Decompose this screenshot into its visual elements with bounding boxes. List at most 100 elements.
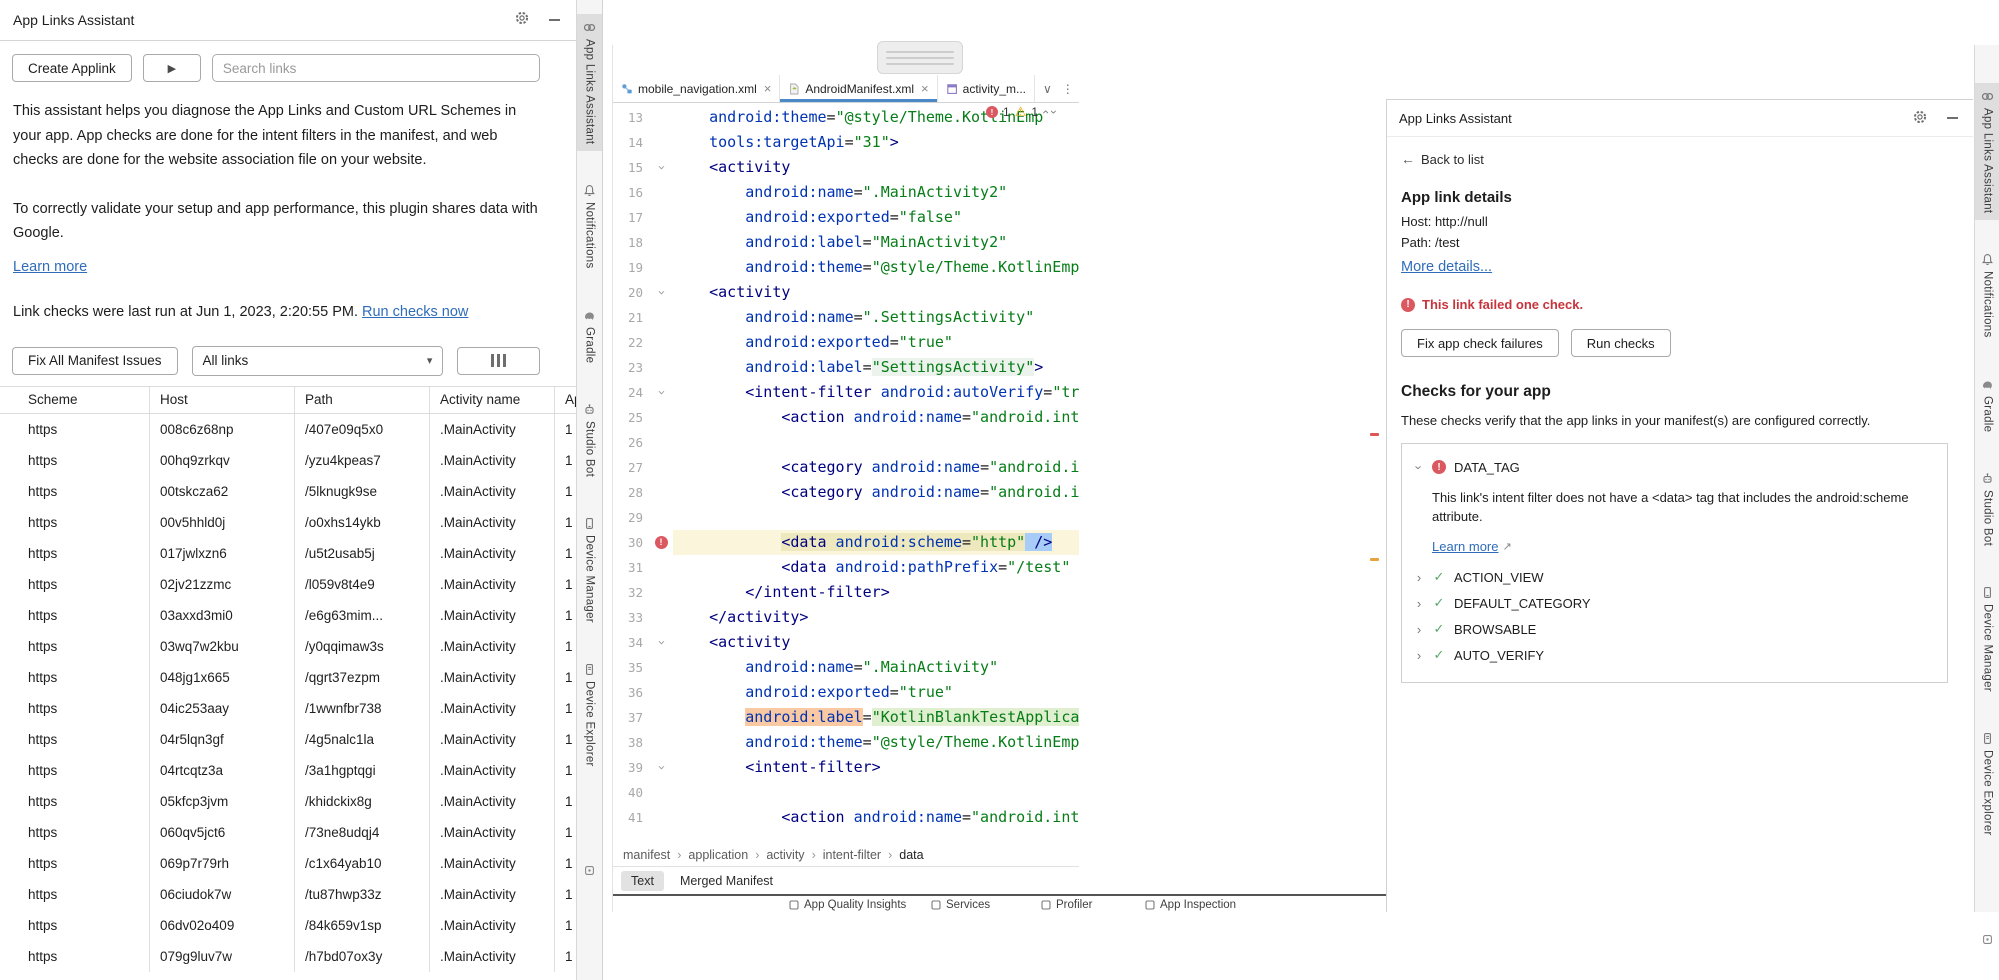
chevron-collapsed-icon[interactable]: › <box>1414 570 1424 585</box>
table-cell: .MainActivity <box>430 507 555 538</box>
bottom-bar-item-services[interactable]: Services <box>931 899 990 911</box>
emulator-icon[interactable] <box>583 864 596 877</box>
checks-description: These checks verify that the app links i… <box>1401 411 1941 430</box>
tool-strip-item-notifications[interactable]: Notifications <box>1975 246 1999 345</box>
emulator-icon[interactable] <box>1981 933 1994 946</box>
bottom-bar-item-app-quality-insights[interactable]: App Quality Insights <box>789 899 906 911</box>
table-row[interactable]: https048jg1x665/qgrt37ezpm.MainActivity1 <box>0 662 576 693</box>
check-row-auto-verify[interactable]: ›✓AUTO_VERIFY <box>1414 642 1935 668</box>
check-row-action-view[interactable]: ›✓ACTION_VIEW <box>1414 564 1935 590</box>
run-checks-now-link[interactable]: Run checks now <box>362 304 468 320</box>
close-icon[interactable]: × <box>921 81 929 96</box>
run-checks-button[interactable]: Run checks <box>1571 329 1671 357</box>
chevron-collapsed-icon[interactable]: › <box>1414 622 1424 637</box>
table-row[interactable]: https00tskcza62/5lknugk9se.MainActivity1 <box>0 476 576 507</box>
tool-strip-item-notifications[interactable]: Notifications <box>577 177 602 276</box>
chevron-collapsed-icon[interactable]: › <box>1414 596 1424 611</box>
table-row[interactable]: https04rtcqtz3a/3a1hgptqgi.MainActivity1 <box>0 755 576 786</box>
table-row[interactable]: https00v5hhld0j/o0xhs14ykb.MainActivity1 <box>0 507 576 538</box>
tool-strip-item-gradle[interactable]: Gradle <box>577 302 602 370</box>
table-row[interactable]: https06dv02o409/84k659v1sp.MainActivity1 <box>0 910 576 941</box>
table-row[interactable]: https04r5lqn3gf/4g5nalc1la.MainActivity1 <box>0 724 576 755</box>
table-row[interactable]: https02jv21zzmc/l059v8t4e9.MainActivity1 <box>0 569 576 600</box>
links-filter-dropdown[interactable]: All links ▾ <box>192 346 444 376</box>
table-row[interactable]: https060qv5jct6/73ne8udqj4.MainActivity1 <box>0 817 576 848</box>
column-settings-button[interactable] <box>457 347 540 375</box>
create-applink-button[interactable]: Create Applink <box>12 54 132 82</box>
breadcrumb-item-intent-filter[interactable]: intent-filter <box>823 848 881 862</box>
column-header-scheme[interactable]: Scheme <box>0 387 150 413</box>
editor-tab-androidmanifest-xml[interactable]: AndroidManifest.xml× <box>780 75 937 102</box>
learn-more-link[interactable]: Learn more <box>13 259 87 275</box>
inspections-widget[interactable]: ! 1 ⚠ 1 › › <box>986 104 1056 120</box>
chevron-collapsed-icon[interactable]: › <box>1414 648 1424 663</box>
breadcrumb[interactable]: manifest›application›activity›intent-fil… <box>613 844 1079 866</box>
table-row[interactable]: https017jwlxzn6/u5t2usab5j.MainActivity1 <box>0 538 576 569</box>
table-row[interactable]: https04ic253aay/1wwnfbr738.MainActivity1 <box>0 693 576 724</box>
editor-tab-activity-m-[interactable]: activity_m... <box>938 75 1035 102</box>
table-row[interactable]: https05kfcp3jvm/khidckix8g.MainActivity1 <box>0 786 576 817</box>
gear-icon[interactable] <box>513 11 531 29</box>
tool-strip-item-device-manager[interactable]: Device Manager <box>1975 579 1999 699</box>
column-header-app-check-f-[interactable]: App check f... <box>555 387 576 413</box>
tab-list-chevron-icon[interactable]: ∨ <box>1043 82 1052 96</box>
fix-all-manifest-issues-button[interactable]: Fix All Manifest Issues <box>12 347 178 375</box>
more-details-link[interactable]: More details... <box>1401 259 1492 275</box>
editor-tab-mobile-navigation-xml[interactable]: mobile_navigation.xml× <box>613 75 780 102</box>
chevron-expanded-icon[interactable]: › <box>1412 462 1427 472</box>
column-header-path[interactable]: Path <box>295 387 430 413</box>
bottom-bar-item-app-inspection[interactable]: App Inspection <box>1145 899 1236 911</box>
tool-strip-item-studio-bot[interactable]: Studio Bot <box>577 396 602 484</box>
play-button[interactable]: ▶ <box>143 54 201 82</box>
minimize-icon[interactable] <box>545 11 563 29</box>
code-text: android:exported="true" <box>673 680 1079 705</box>
column-header-host[interactable]: Host <box>150 387 295 413</box>
gear-icon[interactable] <box>1911 109 1929 127</box>
tool-strip-label: Gradle <box>584 327 596 363</box>
fold-chevron-icon[interactable]: › <box>648 639 673 647</box>
column-header-activity-name[interactable]: Activity name <box>430 387 555 413</box>
tool-strip-item-device-explorer[interactable]: Device Explorer <box>1975 725 1999 843</box>
tool-strip-item-studio-bot[interactable]: Studio Bot <box>1975 465 1999 553</box>
fold-chevron-icon[interactable]: › <box>648 289 673 297</box>
next-issue-chevron-icon[interactable]: › <box>1047 110 1061 114</box>
code-line: 19 android:theme="@style/Theme.KotlinEmp… <box>613 255 1079 280</box>
table-row[interactable]: https03wq7w2kbu/y0qqimaw3s.MainActivity1 <box>0 631 576 662</box>
check-row-data-tag[interactable]: › ! DATA_TAG <box>1414 454 1935 480</box>
fix-app-check-failures-button[interactable]: Fix app check failures <box>1401 329 1559 357</box>
bottom-tab-text[interactable]: Text <box>621 871 664 891</box>
table-row[interactable]: https00hq9zrkqv/yzu4kpeas7.MainActivity1 <box>0 445 576 476</box>
search-input[interactable] <box>212 54 540 82</box>
tool-strip-item-app-links-assistant[interactable]: App Links Assistant <box>577 14 602 151</box>
tab-options-kebab-icon[interactable]: ⋮ <box>1062 82 1074 96</box>
breadcrumb-item-application[interactable]: application <box>688 848 748 862</box>
bottom-bar-item-profiler[interactable]: Profiler <box>1041 899 1092 911</box>
minimize-icon[interactable] <box>1943 109 1961 127</box>
table-cell: 1 <box>555 507 576 538</box>
breadcrumb-item-data[interactable]: data <box>899 848 923 862</box>
fold-chevron-icon[interactable]: › <box>648 389 673 397</box>
table-row[interactable]: https03axxd3mi0/e6g63mim....MainActivity… <box>0 600 576 631</box>
fold-chevron-icon[interactable]: › <box>648 164 673 172</box>
tool-strip-item-gradle[interactable]: Gradle <box>1975 371 1999 439</box>
learn-more-link[interactable]: Learn more <box>1432 539 1498 554</box>
line-number: 30 <box>613 530 649 555</box>
close-icon[interactable]: × <box>764 81 772 96</box>
code-editor[interactable]: 13 android:theme="@style/Theme.KotlinEmp… <box>613 102 1079 844</box>
tool-strip-item-device-explorer[interactable]: Device Explorer <box>577 656 602 774</box>
table-cell: 1 <box>555 848 576 879</box>
fold-chevron-icon[interactable]: › <box>648 764 673 772</box>
back-to-list-link[interactable]: ← Back to list <box>1401 151 1959 167</box>
tool-strip-item-device-manager[interactable]: Device Manager <box>577 510 602 630</box>
table-row[interactable]: https079g9luv7w/h7bd07ox3y.MainActivity1 <box>0 941 576 972</box>
check-passed-icon: ✓ <box>1432 595 1446 611</box>
check-row-default-category[interactable]: ›✓DEFAULT_CATEGORY <box>1414 590 1935 616</box>
tool-strip-item-app-links-assistant[interactable]: App Links Assistant <box>1975 83 1999 220</box>
breadcrumb-item-manifest[interactable]: manifest <box>623 848 670 862</box>
table-row[interactable]: https06ciudok7w/tu87hwp33z.MainActivity1 <box>0 879 576 910</box>
table-row[interactable]: https069p7r79rh/c1x64yab10.MainActivity1 <box>0 848 576 879</box>
bottom-tab-merged-manifest[interactable]: Merged Manifest <box>670 871 783 891</box>
table-row[interactable]: https008c6z68np/407e09q5x0.MainActivity1 <box>0 414 576 445</box>
breadcrumb-item-activity[interactable]: activity <box>766 848 804 862</box>
check-row-browsable[interactable]: ›✓BROWSABLE <box>1414 616 1935 642</box>
